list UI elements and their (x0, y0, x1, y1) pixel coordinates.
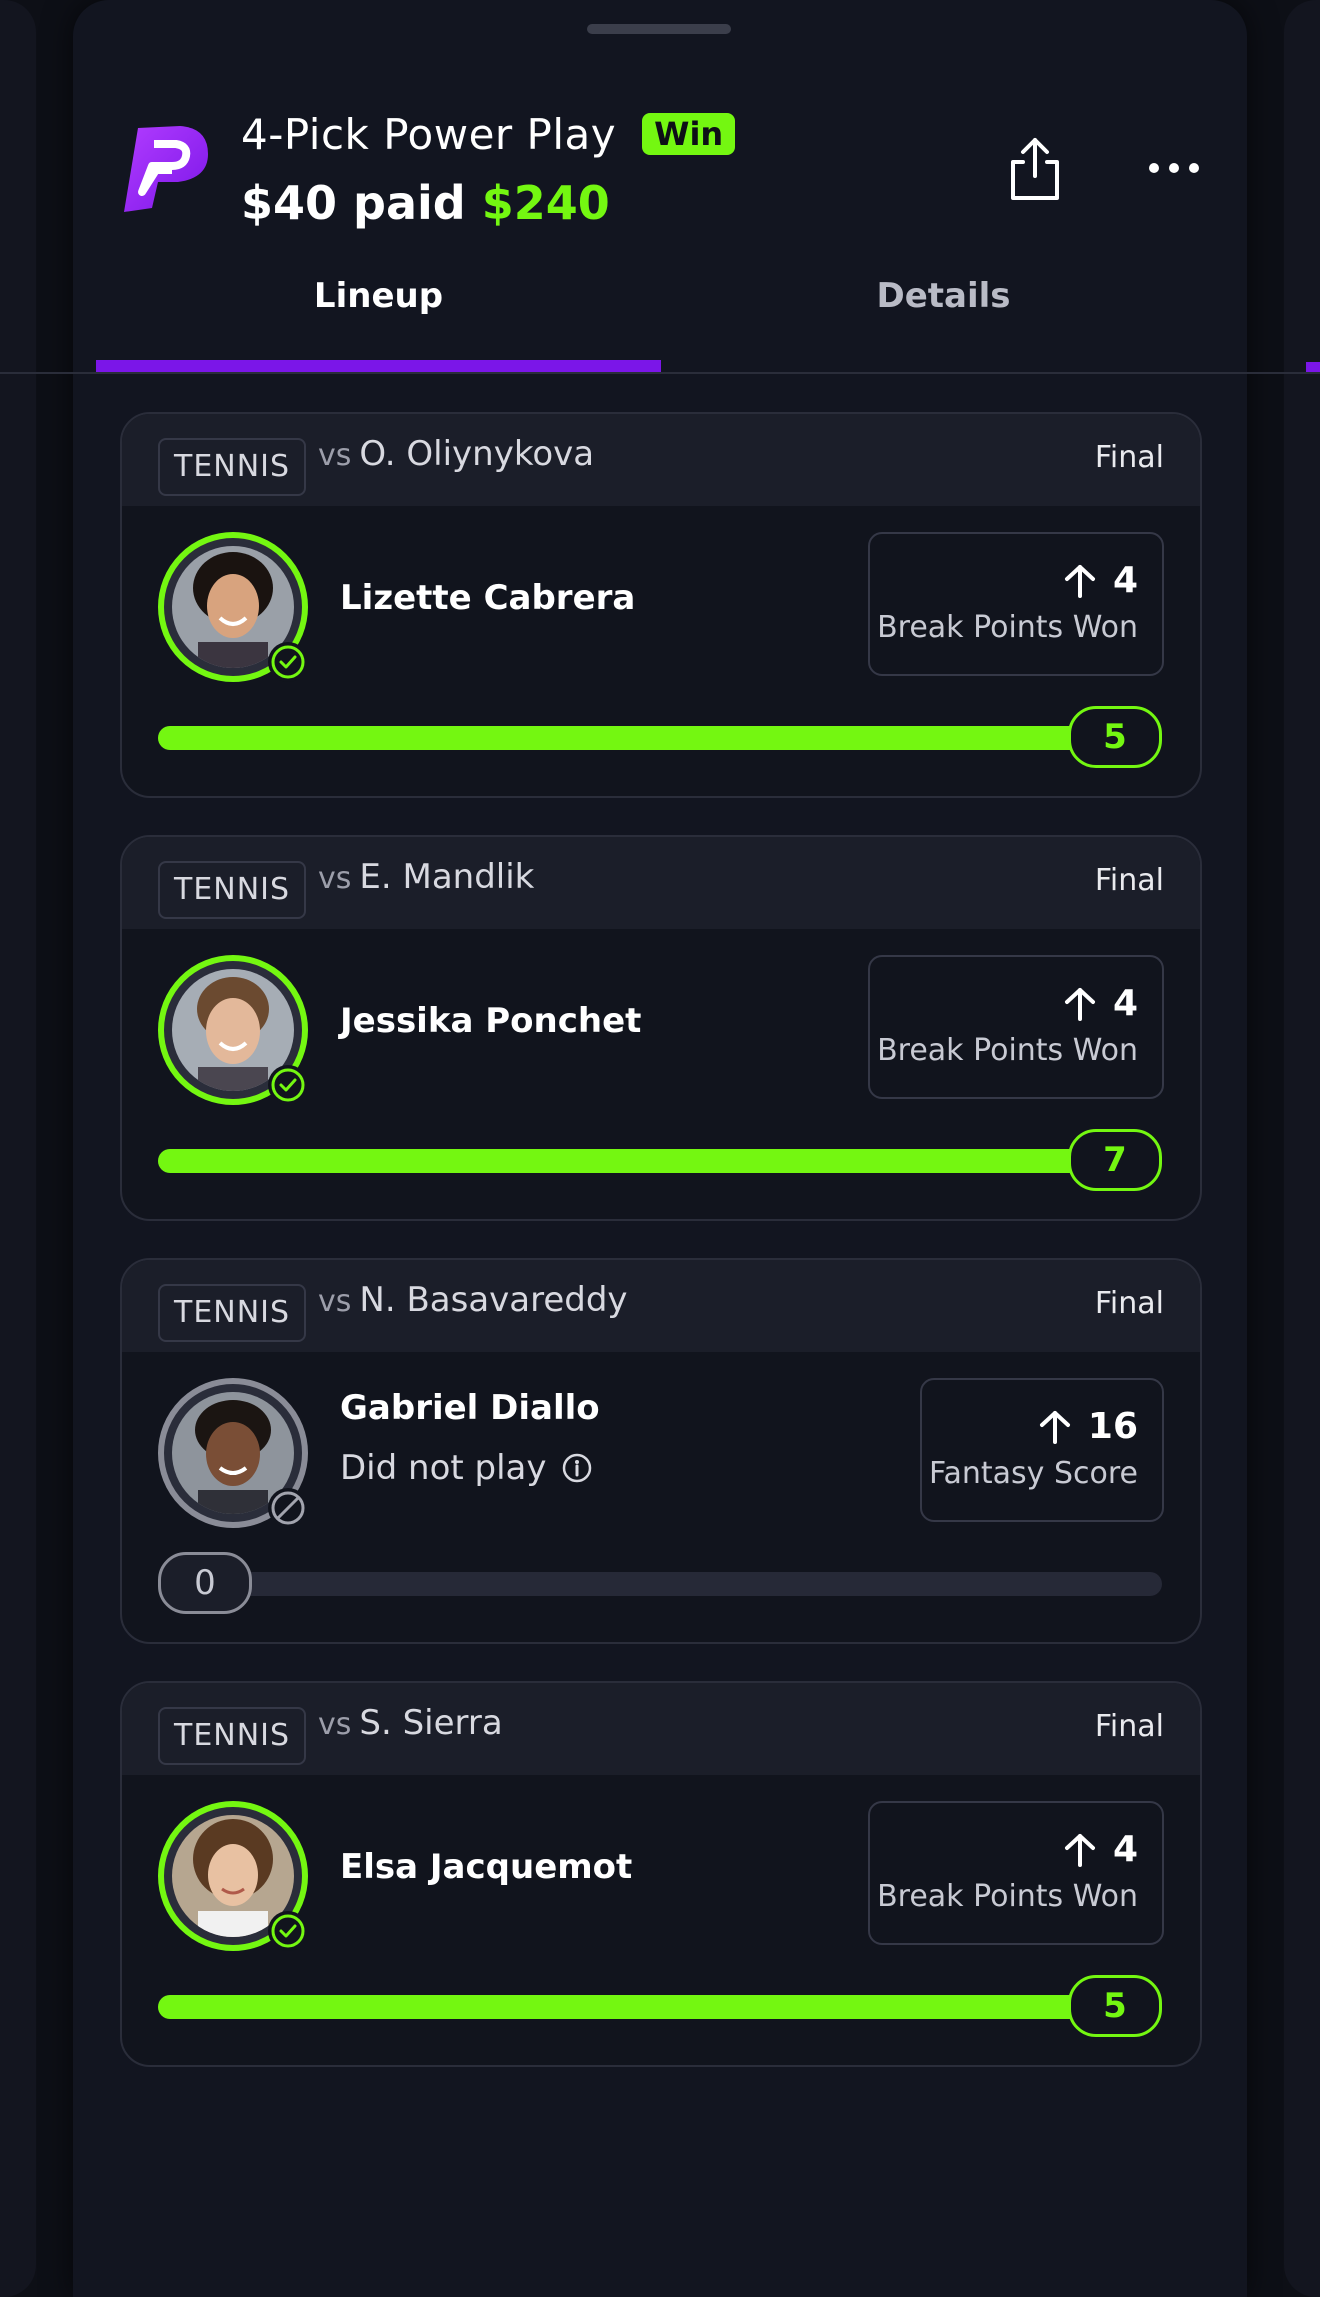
background-card-right (1284, 0, 1320, 2297)
sport-tag: TENNIS (158, 1284, 307, 1342)
sport-tag: TENNIS (158, 1707, 307, 1765)
result-pill: 5 (1068, 706, 1162, 768)
check-circle-icon (268, 1911, 308, 1951)
progress-fill (158, 1995, 1162, 2019)
pick-card[interactable]: TENNIS vsS. Sierra Final Elsa Jacquemot (120, 1681, 1202, 2067)
game-status: Final (1094, 440, 1164, 475)
arrow-up-icon (1039, 1410, 1070, 1444)
game-status: Final (1094, 1709, 1164, 1744)
background-tab-indicator-right (1306, 362, 1320, 372)
more-horizontal-icon (1149, 163, 1199, 173)
did-not-play-label: Did not play (340, 1448, 593, 1488)
check-circle-icon (268, 642, 308, 682)
projection-value: 4 (1112, 983, 1138, 1024)
player-avatar (158, 532, 308, 682)
prizepicks-logo-icon (118, 120, 216, 218)
result-pill: 7 (1068, 1129, 1162, 1191)
tab-bar: Lineup Details (0, 250, 1320, 374)
info-icon[interactable] (561, 1452, 593, 1484)
pick-card[interactable]: TENNIS vs N. Basavareddy Final Gabriel Di… (120, 1258, 1202, 1644)
game-status: Final (1094, 863, 1164, 898)
projection-box: 4 Break Points Won (868, 532, 1164, 676)
player-name: Jessika Ponchet (340, 1001, 642, 1041)
progress-fill (158, 1149, 1162, 1173)
result-pill: 5 (1068, 1975, 1162, 2037)
progress-track: 5 (158, 1975, 1162, 2037)
stat-type-label: Break Points Won (877, 1879, 1138, 1914)
projection-value: 4 (1112, 1829, 1138, 1870)
player-name: Gabriel Diallo (340, 1388, 600, 1428)
player-avatar (158, 955, 308, 1105)
entry-title: 4-Pick Power Play (241, 109, 617, 159)
arrow-up-icon (1064, 564, 1095, 598)
share-button[interactable] (1005, 136, 1065, 202)
opponent-label: vs S. Sierra (318, 1703, 503, 1743)
opponent-label: vs N. Basavareddy (318, 1280, 628, 1320)
projection-value: 16 (1087, 1406, 1138, 1447)
progress-track: 0 (158, 1552, 1162, 1614)
progress-track: 5 (158, 706, 1162, 768)
stat-type-label: Break Points Won (877, 610, 1138, 645)
player-avatar (158, 1801, 308, 1951)
pick-card-header: TENNIS vs E. Mandlik Final (122, 837, 1200, 929)
result-pill: 0 (158, 1552, 252, 1614)
share-icon (1011, 138, 1059, 200)
pick-card-header: TENNIS vs O. Oliynykova Final (122, 414, 1200, 506)
sport-tag: TENNIS (158, 861, 307, 919)
pick-card[interactable]: TENNIS vs O. Oliynykova Final Lizette Cab… (120, 412, 1202, 798)
game-status: Final (1094, 1286, 1164, 1321)
check-circle-icon (268, 1065, 308, 1105)
player-name: Lizette Cabrera (340, 578, 636, 618)
sheet-grabber[interactable] (587, 24, 731, 34)
payout-amount: $240 (481, 176, 610, 230)
tab-lineup[interactable]: Lineup (96, 276, 661, 336)
pick-card-header: TENNIS vs S. Sierra Final (122, 1683, 1200, 1775)
paid-amount: $40 paid (241, 176, 466, 230)
arrow-up-icon (1064, 1833, 1095, 1867)
not-allowed-icon (268, 1488, 308, 1528)
sport-tag: TENNIS (158, 438, 307, 496)
background-card-left (0, 0, 36, 2297)
projection-box: 16 Fantasy Score (920, 1378, 1164, 1522)
progress-fill (158, 726, 1162, 750)
active-tab-indicator (96, 360, 661, 372)
opponent-label: vs E. Mandlik (318, 857, 535, 897)
stat-type-label: Break Points Won (877, 1033, 1138, 1068)
entry-detail-sheet: 4-Pick Power Play Win $40 paid $240 Line… (0, 0, 1320, 2297)
more-options-button[interactable] (1147, 150, 1201, 186)
tab-details[interactable]: Details (661, 276, 1226, 336)
tab-divider (0, 372, 1320, 374)
pick-card-header: TENNIS vs N. Basavareddy Final (122, 1260, 1200, 1352)
pick-card[interactable]: TENNIS vs E. Mandlik Final Jessika Ponche… (120, 835, 1202, 1221)
stat-type-label: Fantasy Score (929, 1456, 1138, 1491)
player-name: Elsa Jacquemot (340, 1847, 633, 1887)
projection-box: 4 Break Points Won (868, 955, 1164, 1099)
player-avatar (158, 1378, 308, 1528)
projection-value: 4 (1112, 560, 1138, 601)
arrow-up-icon (1064, 987, 1095, 1021)
projection-box: 4 Break Points Won (868, 1801, 1164, 1945)
win-badge: Win (642, 113, 736, 155)
progress-track: 7 (158, 1129, 1162, 1191)
opponent-label: vs O. Oliynykova (318, 434, 595, 474)
